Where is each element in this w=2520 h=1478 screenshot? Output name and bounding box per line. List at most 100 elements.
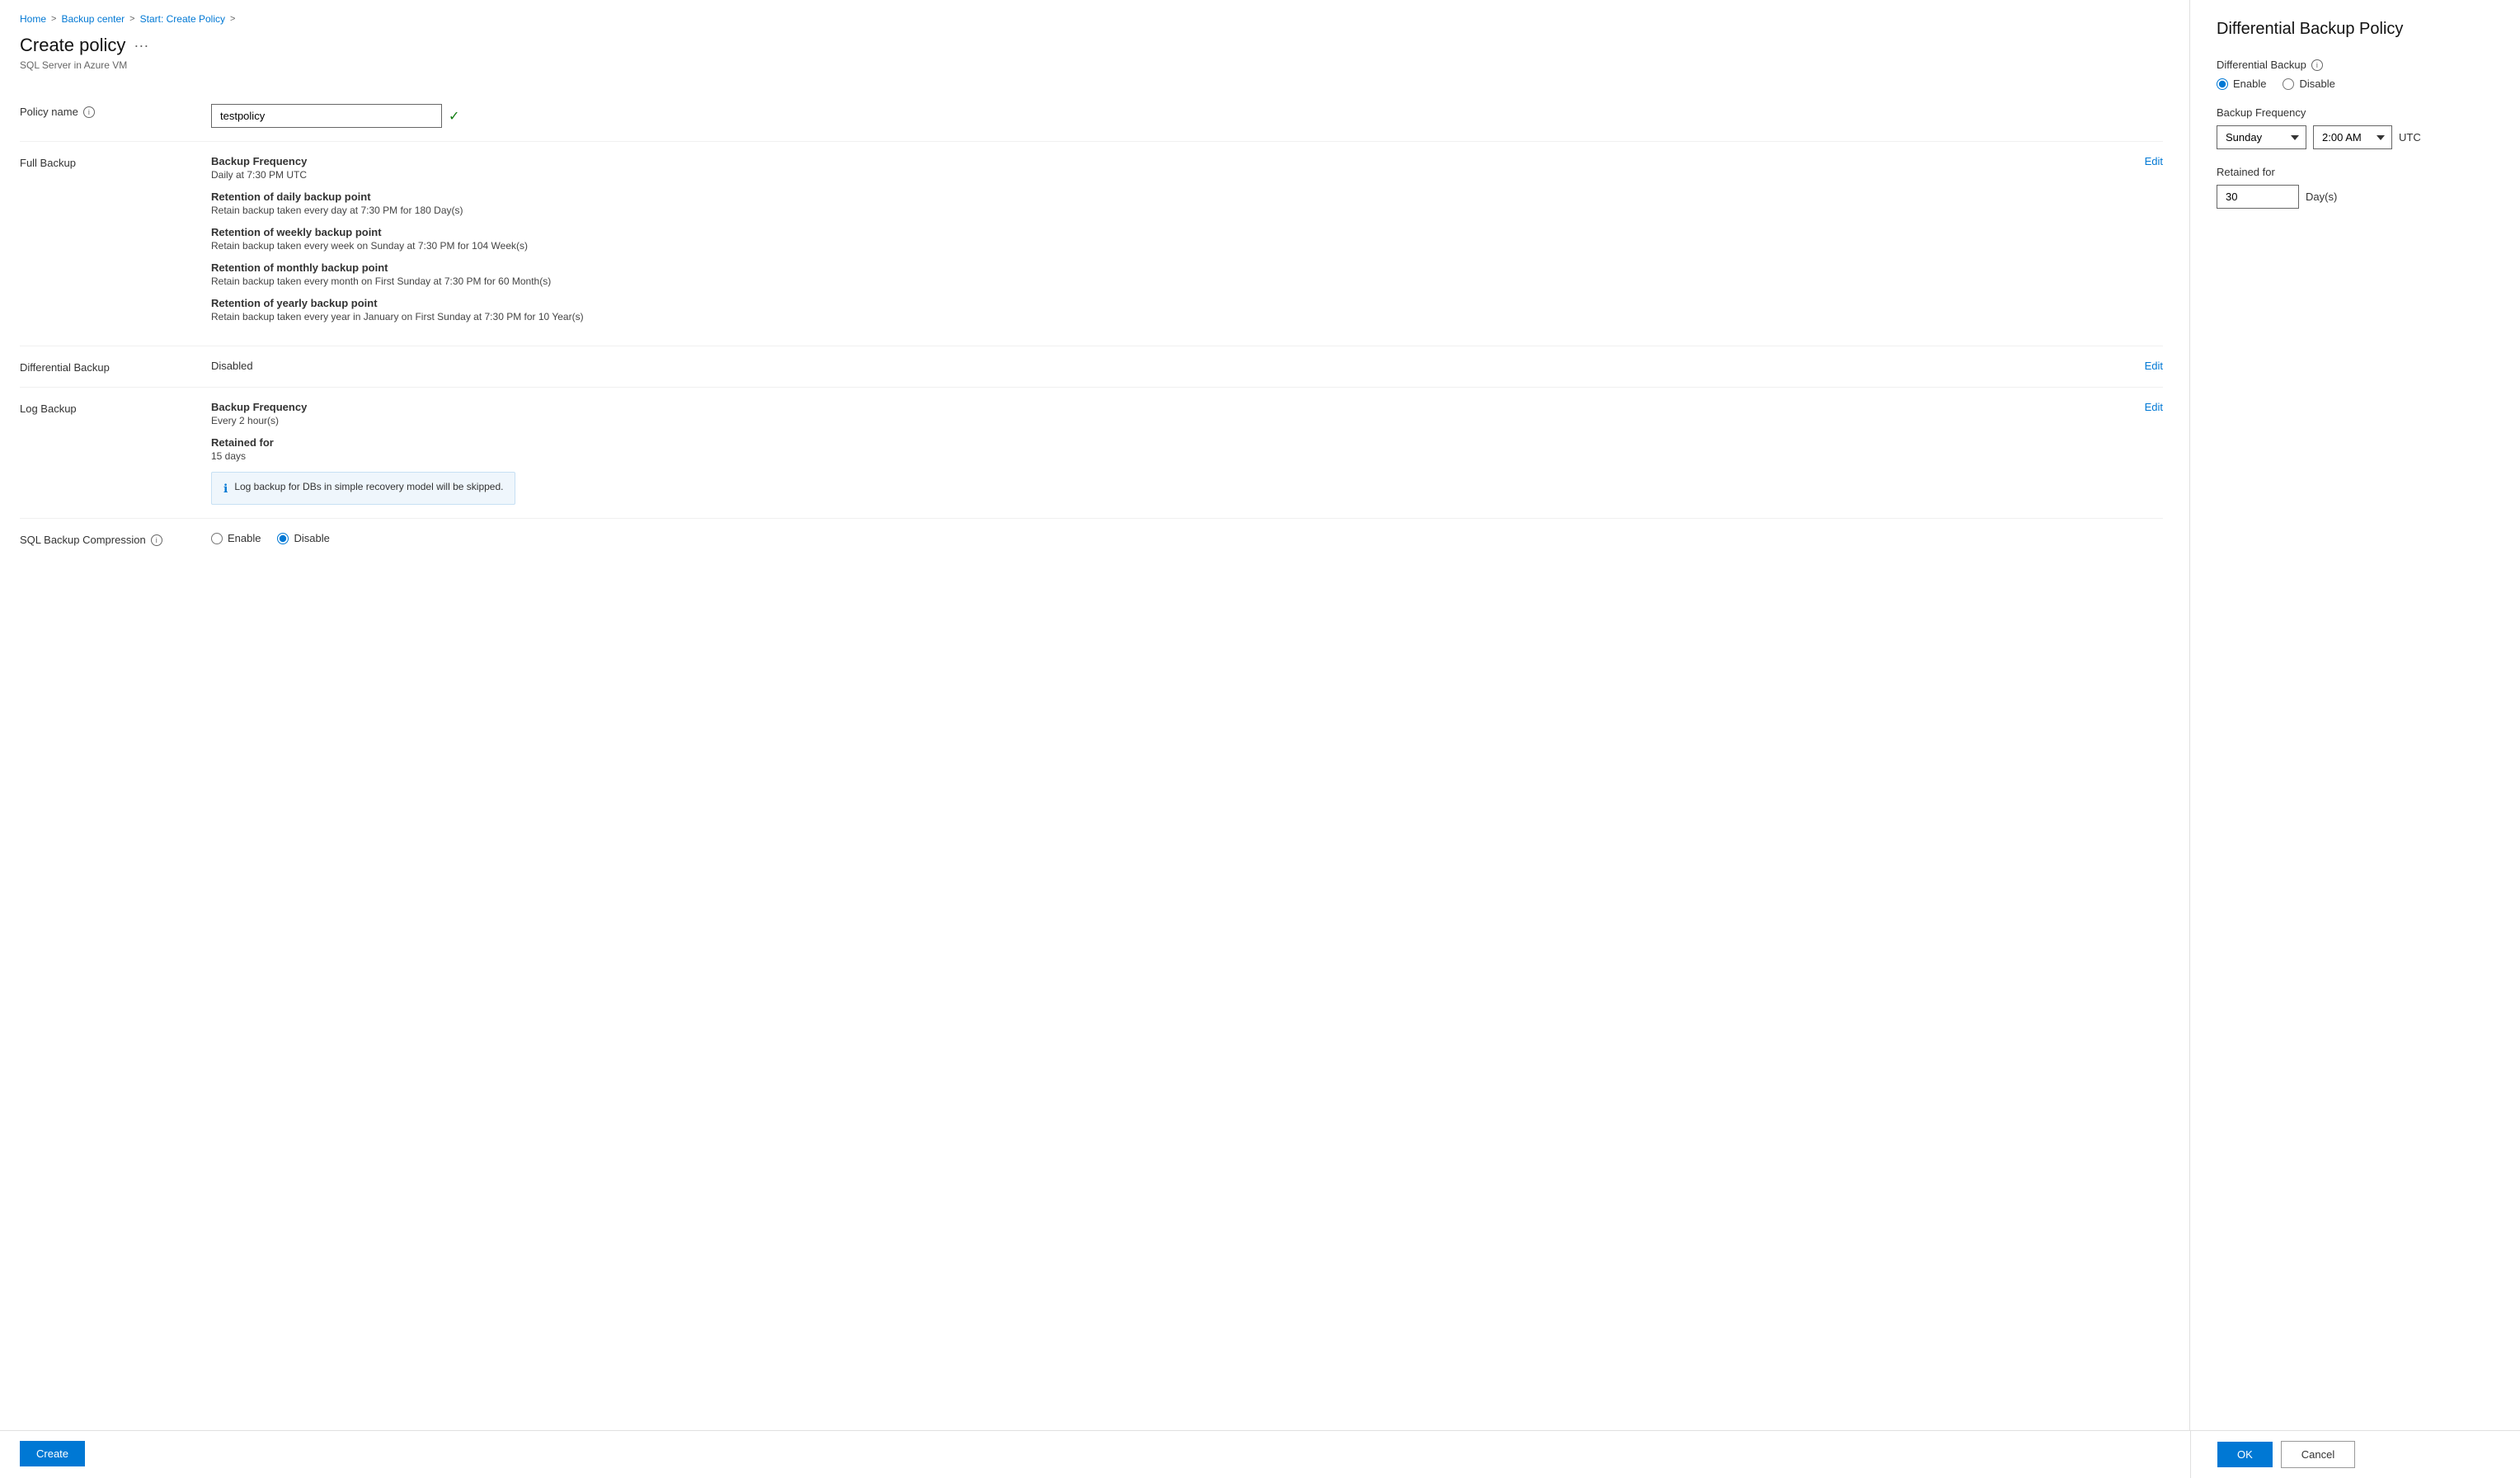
sql-compression-enable-label: Enable [228, 532, 261, 544]
right-day-select[interactable]: Sunday Monday Tuesday Wednesday Thursday… [2217, 125, 2306, 149]
right-backup-frequency-select-row: Sunday Monday Tuesday Wednesday Thursday… [2217, 125, 2494, 149]
policy-name-section: Policy name i ✓ [20, 91, 2163, 142]
right-retained-for-input[interactable] [2217, 185, 2299, 209]
differential-backup-edit-link[interactable]: Edit [2145, 360, 2163, 372]
breadcrumb-backup-center[interactable]: Backup center [61, 13, 125, 25]
log-backup-retained-block: Retained for 15 days [211, 436, 515, 462]
full-backup-section: Full Backup Backup Frequency Daily at 7:… [20, 142, 2163, 346]
retention-weekly-value: Retain backup taken every week on Sunday… [211, 240, 584, 252]
full-backup-content: Backup Frequency Daily at 7:30 PM UTC Re… [211, 155, 2163, 332]
ok-button[interactable]: OK [2217, 1442, 2273, 1467]
log-backup-info-box: ℹ Log backup for DBs in simple recovery … [211, 472, 515, 505]
policy-name-content: ✓ [211, 104, 2163, 128]
right-differential-backup-row: Differential Backup i Enable Disable [2217, 59, 2494, 90]
log-backup-edit-row: Backup Frequency Every 2 hour(s) Retaine… [211, 401, 2163, 505]
retention-monthly-block: Retention of monthly backup point Retain… [211, 261, 584, 287]
retention-monthly-title: Retention of monthly backup point [211, 261, 584, 274]
differential-backup-status: Disabled [211, 360, 253, 372]
left-bottom-bar: Create [0, 1431, 2190, 1478]
sql-compression-enable-option[interactable]: Enable [211, 532, 261, 544]
page-subtitle: SQL Server in Azure VM [20, 59, 2163, 71]
breadcrumb: Home > Backup center > Start: Create Pol… [20, 13, 2163, 25]
right-differential-radio-group: Enable Disable [2217, 78, 2494, 90]
right-time-select[interactable]: 12:00 AM 1:00 AM 2:00 AM 3:00 AM 4:00 AM… [2313, 125, 2392, 149]
differential-backup-content: Disabled Edit [211, 360, 2163, 372]
retention-weekly-title: Retention of weekly backup point [211, 226, 584, 238]
right-differential-backup-label: Differential Backup i [2217, 59, 2494, 71]
right-retained-for-row: Retained for Day(s) [2217, 166, 2494, 209]
full-backup-label: Full Backup [20, 155, 185, 169]
sql-compression-info-icon[interactable]: i [151, 534, 162, 546]
log-backup-section: Log Backup Backup Frequency Every 2 hour… [20, 388, 2163, 519]
right-differential-disable-option[interactable]: Disable [2283, 78, 2334, 90]
full-backup-edit-link[interactable]: Edit [2145, 155, 2163, 167]
breadcrumb-sep-1: > [51, 14, 56, 24]
retention-yearly-title: Retention of yearly backup point [211, 297, 584, 309]
right-differential-info-icon[interactable]: i [2311, 59, 2323, 71]
log-backup-info-text: Log backup for DBs in simple recovery mo… [234, 481, 503, 492]
differential-backup-edit-row: Disabled Edit [211, 360, 2163, 372]
policy-name-check-icon: ✓ [449, 108, 459, 125]
page-title-row: Create policy ··· [20, 35, 2163, 56]
policy-name-input[interactable] [211, 104, 442, 128]
sql-compression-disable-label: Disable [294, 532, 329, 544]
breadcrumb-home[interactable]: Home [20, 13, 46, 25]
right-differential-enable-option[interactable]: Enable [2217, 78, 2266, 90]
sql-compression-enable-radio[interactable] [211, 533, 223, 544]
right-backup-frequency-row: Backup Frequency Sunday Monday Tuesday W… [2217, 106, 2494, 149]
right-differential-enable-label: Enable [2233, 78, 2266, 90]
retention-yearly-value: Retain backup taken every year in Januar… [211, 311, 584, 322]
breadcrumb-sep-2: > [129, 14, 134, 24]
sql-compression-radio-group: Enable Disable [211, 532, 2163, 544]
right-bottom-bar: OK Cancel [2190, 1431, 2520, 1478]
log-backup-retained-value: 15 days [211, 450, 515, 462]
sql-backup-compression-label: SQL Backup Compression i [20, 532, 185, 546]
full-backup-frequency-value: Daily at 7:30 PM UTC [211, 169, 584, 181]
log-backup-frequency-value: Every 2 hour(s) [211, 415, 515, 426]
right-retained-for-input-row: Day(s) [2217, 185, 2494, 209]
policy-name-label: Policy name i [20, 104, 185, 118]
page-title: Create policy [20, 35, 125, 56]
sql-compression-disable-radio[interactable] [277, 533, 289, 544]
policy-name-input-row: ✓ [211, 104, 2163, 128]
right-utc-label: UTC [2399, 131, 2421, 144]
retention-daily-value: Retain backup taken every day at 7:30 PM… [211, 205, 584, 216]
full-bottom-bar: Create OK Cancel [0, 1430, 2520, 1478]
full-backup-frequency-title: Backup Frequency [211, 155, 584, 167]
retention-daily-title: Retention of daily backup point [211, 191, 584, 203]
sql-backup-compression-content: Enable Disable [211, 532, 2163, 544]
info-circle-icon: ℹ [223, 482, 228, 496]
log-backup-edit-link[interactable]: Edit [2145, 401, 2163, 413]
full-backup-details: Backup Frequency Daily at 7:30 PM UTC Re… [211, 155, 584, 332]
log-backup-details: Backup Frequency Every 2 hour(s) Retaine… [211, 401, 515, 505]
differential-backup-section: Differential Backup Disabled Edit [20, 346, 2163, 388]
right-retained-for-label: Retained for [2217, 166, 2494, 178]
right-panel: Differential Backup Policy Differential … [2190, 0, 2520, 1430]
log-backup-label: Log Backup [20, 401, 185, 415]
retention-daily-block: Retention of daily backup point Retain b… [211, 191, 584, 216]
log-backup-retained-title: Retained for [211, 436, 515, 449]
log-backup-content: Backup Frequency Every 2 hour(s) Retaine… [211, 401, 2163, 505]
left-panel: Home > Backup center > Start: Create Pol… [0, 0, 2190, 1430]
right-differential-enable-radio[interactable] [2217, 78, 2228, 90]
differential-backup-label: Differential Backup [20, 360, 185, 374]
log-backup-frequency-block: Backup Frequency Every 2 hour(s) [211, 401, 515, 426]
policy-name-info-icon[interactable]: i [83, 106, 95, 118]
right-differential-disable-radio[interactable] [2283, 78, 2294, 90]
retention-yearly-block: Retention of yearly backup point Retain … [211, 297, 584, 322]
retention-monthly-value: Retain backup taken every month on First… [211, 275, 584, 287]
log-backup-frequency-title: Backup Frequency [211, 401, 515, 413]
full-backup-edit-row: Backup Frequency Daily at 7:30 PM UTC Re… [211, 155, 2163, 332]
right-panel-title: Differential Backup Policy [2217, 20, 2494, 39]
more-options-icon[interactable]: ··· [134, 37, 148, 54]
right-differential-disable-label: Disable [2299, 78, 2334, 90]
sql-compression-disable-option[interactable]: Disable [277, 532, 329, 544]
create-button[interactable]: Create [20, 1441, 85, 1466]
right-retained-unit-label: Day(s) [2306, 191, 2337, 203]
retention-weekly-block: Retention of weekly backup point Retain … [211, 226, 584, 252]
sql-backup-compression-section: SQL Backup Compression i Enable Disable [20, 519, 2163, 559]
breadcrumb-create-policy[interactable]: Start: Create Policy [140, 13, 225, 25]
cancel-button[interactable]: Cancel [2281, 1441, 2355, 1468]
right-backup-frequency-label: Backup Frequency [2217, 106, 2494, 119]
breadcrumb-sep-3: > [230, 14, 235, 24]
